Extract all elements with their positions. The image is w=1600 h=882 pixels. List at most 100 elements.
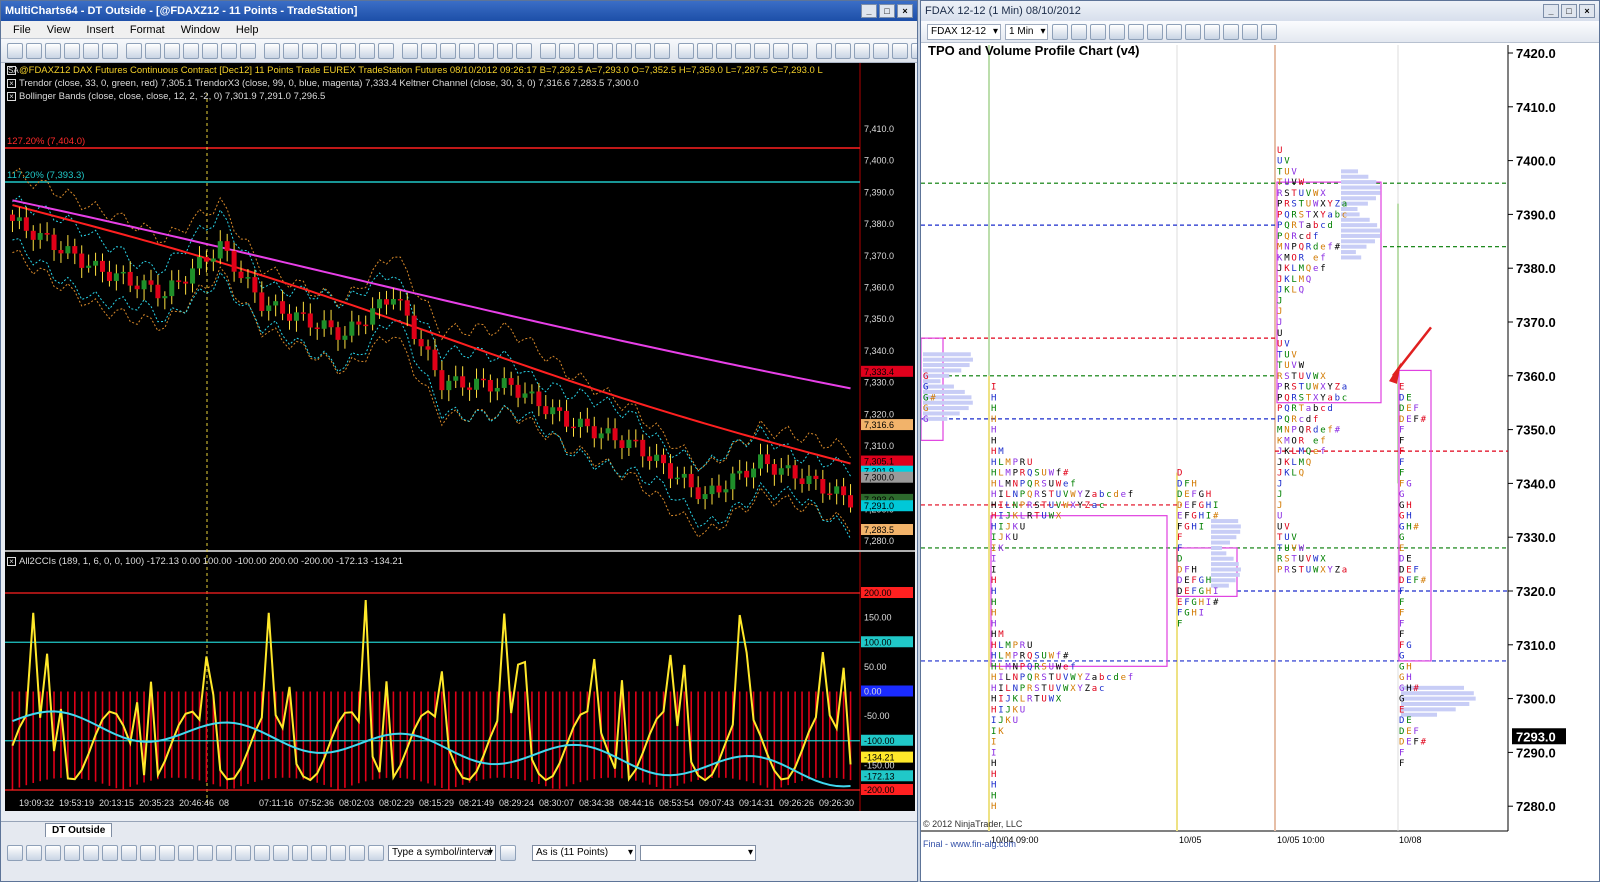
- toolbar-button[interactable]: [892, 42, 908, 59]
- menu-insert[interactable]: Insert: [78, 24, 122, 36]
- toolbar-button[interactable]: [264, 42, 280, 59]
- toolbar-button[interactable]: [578, 42, 594, 59]
- toolbar-button[interactable]: [64, 42, 80, 59]
- toolbar-button[interactable]: [240, 42, 256, 59]
- toolbar-button[interactable]: [164, 42, 180, 59]
- toolbar-button[interactable]: [459, 42, 475, 59]
- toolbar-button[interactable]: [835, 42, 851, 59]
- toolbar-button[interactable]: [378, 42, 394, 59]
- toolbar-button[interactable]: [183, 42, 199, 59]
- toolbar-button[interactable]: [540, 42, 556, 59]
- toolbar-button[interactable]: [321, 42, 337, 59]
- toolbar-button[interactable]: [102, 42, 118, 59]
- toolbar-button[interactable]: [26, 42, 42, 59]
- toolbar-button[interactable]: [145, 42, 161, 59]
- drawing-tool-button[interactable]: [349, 845, 365, 861]
- toolbar-button[interactable]: [283, 42, 299, 59]
- toolbar-button[interactable]: [221, 42, 237, 59]
- drawing-tool-button[interactable]: [216, 845, 232, 861]
- drawing-tool-button[interactable]: [140, 845, 156, 861]
- toolbar-button[interactable]: [45, 42, 61, 59]
- drawing-tool-button[interactable]: [311, 845, 327, 861]
- chart-tool-button[interactable]: [1128, 23, 1145, 40]
- drawing-tool-button[interactable]: [102, 845, 118, 861]
- chart-tool-button[interactable]: [1109, 23, 1126, 40]
- drawing-tool-button[interactable]: [292, 845, 308, 861]
- chart-tool-button[interactable]: [1166, 23, 1183, 40]
- toolbar-button[interactable]: [678, 42, 694, 59]
- refresh-icon[interactable]: [500, 845, 516, 861]
- toolbar-button[interactable]: [126, 42, 142, 59]
- toolbar-button[interactable]: [359, 42, 375, 59]
- toolbar-button[interactable]: [497, 42, 513, 59]
- chart-tool-button[interactable]: [1090, 23, 1107, 40]
- drawing-tool-button[interactable]: [64, 845, 80, 861]
- toolbar-button[interactable]: [559, 42, 575, 59]
- drawing-tool-button[interactable]: [178, 845, 194, 861]
- interval-select[interactable]: 1 Min: [1005, 23, 1049, 40]
- toolbar-button[interactable]: [735, 42, 751, 59]
- tab-dt-outside[interactable]: DT Outside: [45, 823, 113, 837]
- toolbar-button[interactable]: [716, 42, 732, 59]
- chart-tool-button[interactable]: [1052, 23, 1069, 40]
- chart-tool-button[interactable]: [1242, 23, 1259, 40]
- toolbar-button[interactable]: [516, 42, 532, 59]
- toolbar-button[interactable]: [816, 42, 832, 59]
- drawing-tool-button[interactable]: [273, 845, 289, 861]
- price-chart-area[interactable]: 7,410.0 7,400.0 7,390.0 7,380.0 7,370.0 7,360…: [5, 63, 915, 811]
- menu-help[interactable]: Help: [228, 24, 267, 36]
- credit-link[interactable]: Final - www.fin-alg.com: [923, 839, 1016, 849]
- drawing-tool-button[interactable]: [121, 845, 137, 861]
- toolbar-button[interactable]: [854, 42, 870, 59]
- toolbar-button[interactable]: [792, 42, 808, 59]
- toolbar-button[interactable]: [478, 42, 494, 59]
- toolbar-button[interactable]: [597, 42, 613, 59]
- drawing-tool-button[interactable]: [26, 845, 42, 861]
- chart-tool-button[interactable]: [1223, 23, 1240, 40]
- toolbar-button[interactable]: [7, 42, 23, 59]
- chart-tool-button[interactable]: [1147, 23, 1164, 40]
- toolbar-button[interactable]: [754, 42, 770, 59]
- toolbar-button[interactable]: [402, 42, 418, 59]
- right-minimize-button[interactable]: _: [1543, 4, 1559, 18]
- drawing-tool-button[interactable]: [235, 845, 251, 861]
- toolbar-button[interactable]: [654, 42, 670, 59]
- maximize-button[interactable]: □: [879, 4, 895, 18]
- toolbar-button[interactable]: [773, 42, 789, 59]
- chart-tool-button[interactable]: [1071, 23, 1088, 40]
- empty-select[interactable]: [640, 845, 756, 861]
- menu-window[interactable]: Window: [173, 24, 228, 36]
- drawing-tool-button[interactable]: [45, 845, 61, 861]
- drawing-tool-button[interactable]: [197, 845, 213, 861]
- menu-view[interactable]: View: [39, 24, 79, 36]
- toolbar-button[interactable]: [873, 42, 889, 59]
- drawing-tool-button[interactable]: [83, 845, 99, 861]
- tpo-chart-area[interactable]: 7420.0 7410.0 7400.0 7390.0 7380.0 7370.0 7360…: [921, 43, 1599, 881]
- chart-tool-button[interactable]: [1185, 23, 1202, 40]
- toolbar-button[interactable]: [83, 42, 99, 59]
- close-button[interactable]: ×: [897, 4, 913, 18]
- toolbar-button[interactable]: [635, 42, 651, 59]
- menu-format[interactable]: Format: [122, 24, 173, 36]
- resolution-select[interactable]: As is (11 Points): [532, 845, 636, 861]
- toolbar-button[interactable]: [911, 42, 917, 59]
- instrument-select[interactable]: FDAX 12-12: [927, 23, 1002, 40]
- drawing-tool-button[interactable]: [254, 845, 270, 861]
- menu-file[interactable]: File: [5, 24, 39, 36]
- chart-tool-button[interactable]: [1204, 23, 1221, 40]
- toolbar-button[interactable]: [616, 42, 632, 59]
- drawing-tool-button[interactable]: [330, 845, 346, 861]
- drawing-tool-button[interactable]: [7, 845, 23, 861]
- toolbar-button[interactable]: [697, 42, 713, 59]
- toolbar-button[interactable]: [421, 42, 437, 59]
- right-close-button[interactable]: ×: [1579, 4, 1595, 18]
- symbol-input[interactable]: Type a symbol/interval: [388, 845, 496, 861]
- toolbar-button[interactable]: [202, 42, 218, 59]
- toolbar-button[interactable]: [440, 42, 456, 59]
- chart-tool-button[interactable]: [1261, 23, 1278, 40]
- drawing-tool-button[interactable]: [159, 845, 175, 861]
- toolbar-button[interactable]: [302, 42, 318, 59]
- toolbar-button[interactable]: [340, 42, 356, 59]
- drawing-tool-button[interactable]: [368, 845, 384, 861]
- right-maximize-button[interactable]: □: [1561, 4, 1577, 18]
